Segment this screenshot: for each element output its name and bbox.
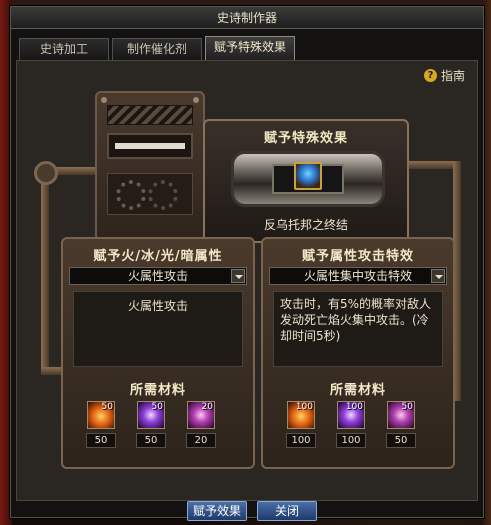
material-slot: 50 50 xyxy=(385,401,417,448)
violet-shard-icon[interactable]: 50 xyxy=(387,401,415,429)
material-slot: 50 50 xyxy=(85,401,117,448)
special-effect-box: 赋予特殊效果 反乌托邦之终结 xyxy=(203,119,409,243)
panel-title: 赋予火/冰/光/暗属性 xyxy=(93,249,223,264)
machine-vent xyxy=(107,105,193,125)
materials-list: 50 50 50 50 20 20 xyxy=(85,401,217,448)
material-owned: 20 xyxy=(201,402,213,412)
effect-title: 赋予特殊效果 xyxy=(263,131,348,146)
tab-content: ? 指南 赋予特殊效果 反乌托邦之终结 赋予火/冰/光/暗属性 火属性攻击 火属… xyxy=(16,60,478,501)
fire-crystal-icon[interactable]: 50 xyxy=(87,401,115,429)
chevron-down-icon[interactable] xyxy=(231,269,245,283)
materials-title: 所需材料 xyxy=(329,383,386,398)
epic-item-icon[interactable] xyxy=(294,162,322,190)
material-required: 100 xyxy=(286,433,316,448)
attribute-select[interactable]: 火属性攻击 xyxy=(69,267,247,285)
epic-maker-window: 史诗制作器 史诗加工 制作催化剂 赋予特殊效果 ? 指南 赋予特殊效果 反乌托邦… xyxy=(10,6,484,521)
guide-label: 指南 xyxy=(440,69,465,83)
item-name: 反乌托邦之终结 xyxy=(263,218,348,232)
material-owned: 100 xyxy=(295,402,313,412)
action-buttons: 赋予效果 关闭 xyxy=(187,501,317,521)
machine-housing xyxy=(95,91,205,241)
panel-title: 赋予属性攻击特效 xyxy=(301,249,414,264)
effect-description: 攻击时，有5%的概率对敌人发动死亡焰火集中攻击。(冷却时间5秒) xyxy=(273,291,443,367)
materials-list: 100 100 100 100 50 50 xyxy=(285,401,417,448)
effect-select[interactable]: 火属性集中攻击特效 xyxy=(269,267,447,285)
purple-orb-icon[interactable]: 50 xyxy=(137,401,165,429)
element-attribute-panel: 赋予火/冰/光/暗属性 火属性攻击 火属性攻击 所需材料 50 50 50 50… xyxy=(61,237,255,469)
material-owned: 100 xyxy=(345,402,363,412)
close-button[interactable]: 关闭 xyxy=(257,501,317,521)
material-owned: 50 xyxy=(151,402,163,412)
attack-effect-panel: 赋予属性攻击特效 火属性集中攻击特效 攻击时，有5%的概率对敌人发动死亡焰火集中… xyxy=(261,237,455,469)
material-slot: 20 20 xyxy=(185,401,217,448)
guide-link[interactable]: ? 指南 xyxy=(423,67,465,84)
item-capsule xyxy=(231,151,385,207)
material-required: 50 xyxy=(386,433,416,448)
pipe xyxy=(41,171,49,371)
material-required: 50 xyxy=(136,433,166,448)
tab-special-effect[interactable]: 赋予特殊效果 xyxy=(205,36,295,60)
materials-title: 所需材料 xyxy=(129,383,186,398)
material-slot: 50 50 xyxy=(135,401,167,448)
gears-icon xyxy=(107,173,193,215)
material-required: 100 xyxy=(336,433,366,448)
material-owned: 50 xyxy=(401,402,413,412)
chevron-down-icon[interactable] xyxy=(431,269,445,283)
material-required: 20 xyxy=(186,433,216,448)
tab-epic-processing[interactable]: 史诗加工 xyxy=(19,38,109,60)
tab-bar: 史诗加工 制作催化剂 赋予特殊效果 xyxy=(19,36,295,60)
background-edge-right xyxy=(483,0,491,525)
effect-select-value: 火属性集中攻击特效 xyxy=(303,269,412,283)
machine-slot xyxy=(107,133,193,159)
material-slot: 100 100 xyxy=(285,401,317,448)
violet-shard-icon[interactable]: 20 xyxy=(187,401,215,429)
window-title: 史诗制作器 xyxy=(11,7,483,29)
apply-effect-button[interactable]: 赋予效果 xyxy=(187,501,247,521)
valve-wheel-icon xyxy=(34,161,58,185)
material-owned: 50 xyxy=(101,402,113,412)
fire-crystal-icon[interactable]: 100 xyxy=(287,401,315,429)
material-slot: 100 100 xyxy=(335,401,367,448)
attribute-description: 火属性攻击 xyxy=(73,291,243,367)
tab-catalyst[interactable]: 制作催化剂 xyxy=(112,38,202,60)
attribute-select-value: 火属性攻击 xyxy=(127,269,188,283)
purple-orb-icon[interactable]: 100 xyxy=(337,401,365,429)
question-icon: ? xyxy=(423,69,437,82)
material-required: 50 xyxy=(86,433,116,448)
